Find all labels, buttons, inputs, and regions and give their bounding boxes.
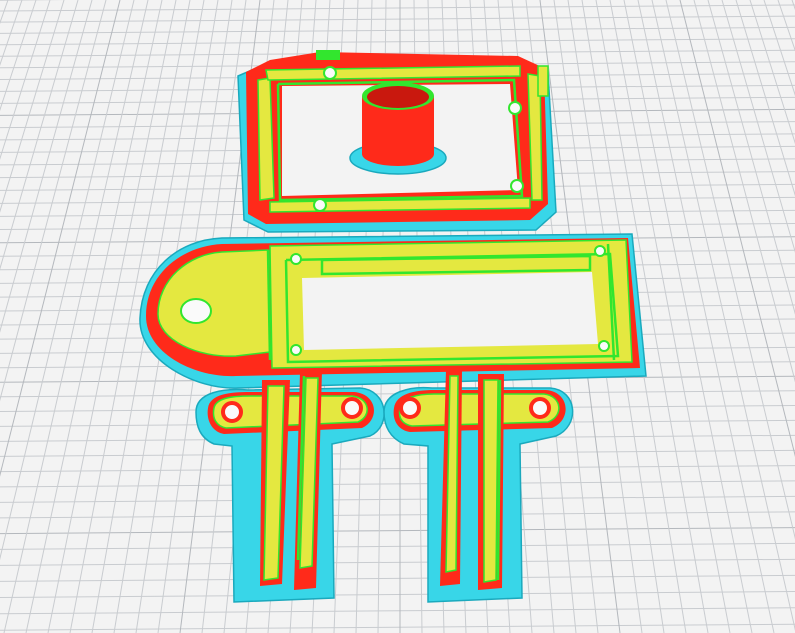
grid-line-v	[0, 0, 79, 271]
grid-line-v	[3, 0, 149, 633]
bracket-hole-4	[598, 340, 610, 352]
grid-line-h	[0, 574, 795, 582]
enclosure-hole-2	[508, 101, 522, 115]
grid-line-h	[0, 527, 795, 535]
bracket-pivot-hole	[180, 298, 212, 324]
grid-line-v	[749, 0, 795, 145]
grid-line-v	[0, 0, 23, 67]
left-clip-pair-part[interactable]	[195, 370, 385, 603]
grid-line-h	[0, 26, 795, 34]
build-plate-viewport[interactable]	[0, 0, 795, 633]
right-clip-hole-1	[399, 397, 421, 419]
rail-bracket-part[interactable]	[139, 233, 647, 389]
right-clip-pair-part[interactable]	[383, 370, 574, 603]
sliced-model-preview[interactable]	[0, 0, 795, 633]
bracket-hole-3	[594, 245, 606, 257]
enclosure-hole-1	[323, 66, 337, 80]
grid-line-h	[0, 542, 795, 550]
bracket-hole-1	[290, 253, 302, 265]
bracket-window	[302, 272, 598, 350]
right-clip-leg-2-infill	[483, 379, 499, 583]
grid-line-h	[0, 15, 795, 23]
grid-line-h	[0, 465, 795, 473]
bracket-hole-2	[290, 344, 302, 356]
grid-line-v	[0, 0, 121, 477]
enclosure-tab-right	[537, 65, 549, 97]
enclosure-hole-4	[313, 198, 327, 212]
grid-line-h	[0, 511, 795, 519]
grid-line-v	[0, 0, 37, 112]
grid-line-v	[637, 0, 775, 633]
grid-line-v	[735, 0, 795, 197]
grid-line-v	[0, 0, 51, 160]
grid-line-h	[0, 623, 795, 631]
enclosure-hole-3	[510, 179, 524, 193]
grid-line-h	[0, 558, 795, 566]
grid-line-v	[707, 0, 795, 315]
grid-line-h	[0, 607, 795, 615]
grid-line-v	[777, 0, 795, 52]
cylinder-top-inner	[367, 86, 429, 108]
grid-line-v	[651, 0, 795, 631]
cylinder-post	[349, 82, 447, 175]
grid-line-v	[0, 0, 65, 213]
left-clip-hole-1	[221, 401, 243, 423]
grid-line-v	[0, 0, 107, 402]
grid-line-h	[0, 4, 795, 12]
grid-line-v	[623, 0, 753, 633]
grid-line-h	[0, 591, 795, 599]
enclosure-frame-part[interactable]	[237, 50, 557, 233]
enclosure-tab-top	[316, 50, 340, 60]
grid-line-v	[665, 0, 795, 540]
grid-line-h	[0, 495, 795, 503]
right-clip-hole-2	[529, 397, 551, 419]
left-clip-hole-2	[341, 397, 363, 419]
